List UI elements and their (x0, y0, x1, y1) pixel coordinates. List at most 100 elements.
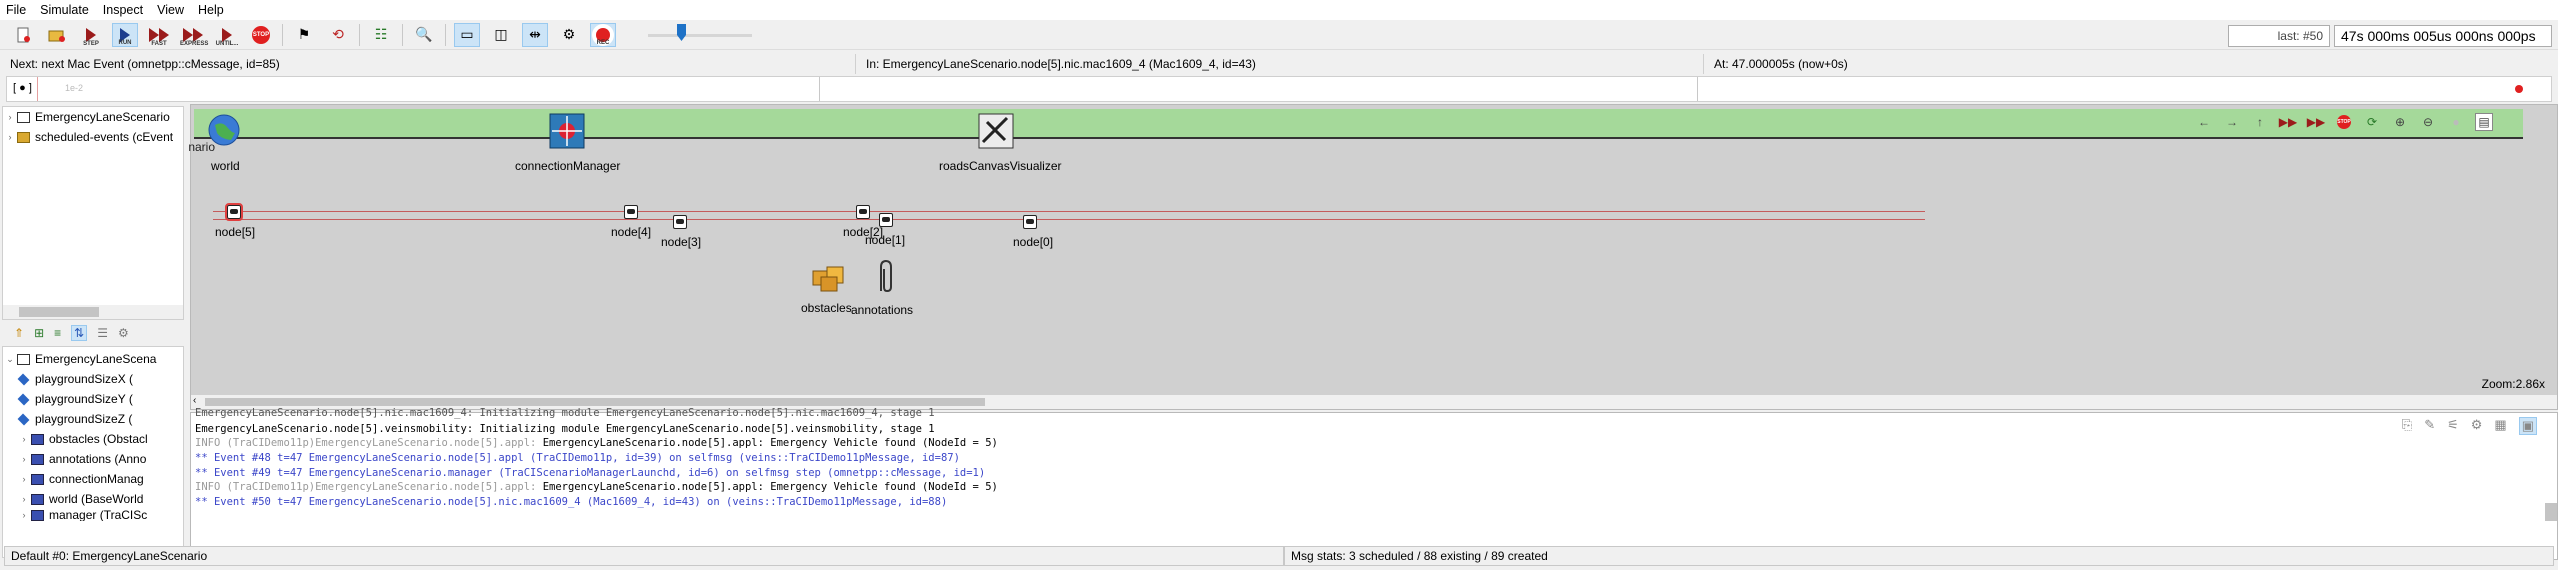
chevron-right-icon[interactable]: › (3, 132, 17, 142)
find-text-icon[interactable]: ✎ (2424, 417, 2435, 435)
until-label: UNTIL... (215, 40, 239, 47)
parent-icon[interactable]: ⇑ (14, 326, 24, 340)
forward-icon[interactable]: → (2223, 113, 2241, 131)
menu-simulate[interactable]: Simulate (40, 3, 89, 17)
scroll-left-icon[interactable]: ‹ (193, 395, 196, 406)
children-icon[interactable]: ⊞ (34, 326, 44, 340)
load-network-button[interactable] (44, 23, 70, 47)
relayout-icon[interactable]: ⟳ (2363, 113, 2381, 131)
zoom-in-icon[interactable]: ⊕ (2391, 113, 2409, 131)
inspector-row-param[interactable]: playgroundSizeX ( (3, 369, 183, 389)
chevron-right-icon[interactable]: › (3, 112, 17, 122)
grouped-icon[interactable]: ≡ (54, 326, 61, 340)
vehicle-icon[interactable] (1023, 215, 1037, 229)
roads-visualizer-icon[interactable] (977, 112, 1015, 150)
back-icon[interactable]: ← (2195, 113, 2213, 131)
chevron-right-icon[interactable]: › (17, 454, 31, 464)
settings-icon[interactable]: ⚙ (118, 326, 129, 340)
connection-manager-label: connectionManager (515, 159, 621, 173)
paperclip-icon[interactable] (875, 259, 895, 295)
vehicle-icon[interactable] (856, 205, 870, 219)
fast-label: FAST (151, 40, 167, 47)
vehicle-icon[interactable] (225, 203, 243, 221)
toolbar-separator (282, 23, 283, 46)
left-panel: › EmergencyLaneScenario › scheduled-events… (0, 104, 186, 560)
default-status: Default #0: EmergencyLaneScenario (4, 546, 1284, 566)
step-button[interactable]: STEP (78, 23, 104, 47)
menu-inspect[interactable]: Inspect (103, 3, 143, 17)
preferences-button[interactable]: ⚙ (556, 23, 582, 47)
record-event-log-button[interactable]: ☷ (368, 23, 394, 47)
finish-button[interactable]: ⚑ (291, 23, 317, 47)
express-run-button[interactable]: EXPRESS (180, 23, 209, 47)
menu-view[interactable]: View (157, 3, 184, 17)
menu-help[interactable]: Help (198, 3, 224, 17)
inspector-row-submodule[interactable]: › connectionManag (3, 469, 183, 489)
chevron-right-icon[interactable]: › (17, 434, 31, 444)
record-video-button[interactable]: REC (590, 22, 616, 47)
settings-icon[interactable]: ⚙ (2471, 417, 2483, 435)
tree-row-scheduled-events[interactable]: › scheduled-events (cEvent (3, 127, 183, 147)
connection-manager-icon[interactable] (548, 112, 586, 150)
scrollbar-thumb[interactable] (205, 398, 985, 406)
fast-run-button[interactable]: FAST (146, 23, 172, 47)
timeline-toggle-button[interactable]: ⇹ (522, 22, 548, 47)
inspector-row-submodule[interactable]: › obstacles (Obstacl (3, 429, 183, 449)
vehicle-icon[interactable] (673, 215, 687, 229)
chevron-right-icon[interactable]: › (17, 494, 31, 504)
inheritance-icon[interactable]: ⇅ (71, 325, 88, 341)
find-button[interactable]: 🔍 (411, 23, 437, 47)
fast-local-icon[interactable]: ▶▶ (2307, 113, 2325, 131)
express-label: EXPRESS (180, 40, 209, 47)
run-label: RUN (118, 39, 132, 46)
slider-thumb[interactable] (677, 24, 686, 41)
network-canvas[interactable]: ← → ↑ ▶▶ ▶▶ STOP ⟳ ⊕ ⊖ ● ▤ EmergencyLane… (189, 104, 2558, 410)
vehicle-icon[interactable] (879, 213, 893, 227)
log-scrollbar-thumb[interactable] (2545, 503, 2557, 521)
menu-file[interactable]: File (6, 3, 26, 17)
timeline[interactable]: [ ● ] 1e-2 (6, 76, 2552, 102)
tree-row-network[interactable]: › EmergencyLaneScenario (3, 107, 183, 127)
animation-icon[interactable]: ● (2447, 113, 2465, 131)
stop-icon: STOP (252, 25, 270, 44)
layout-vertical-button[interactable]: ◫ (488, 23, 514, 47)
zoom-out-icon[interactable]: ⊖ (2419, 113, 2437, 131)
inspector-row-submodule[interactable]: › annotations (Anno (3, 449, 183, 469)
toolbar: STEP RUN FAST EXPRESS UNTIL... STOP ⚑ ⟲ … (0, 20, 2558, 50)
messages-view-icon[interactable]: ▦ (2494, 417, 2506, 435)
flat-view-icon[interactable]: ☰ (97, 326, 108, 340)
scrollbar-thumb[interactable] (19, 307, 99, 317)
inspector-row-param[interactable]: playgroundSizeY ( (3, 389, 183, 409)
inspector-row-submodule[interactable]: › manager (TraCISc (3, 509, 183, 521)
new-run-button[interactable] (10, 23, 36, 47)
chevron-right-icon[interactable]: › (17, 510, 31, 520)
run-button[interactable]: RUN (112, 22, 138, 47)
obstacles-icon[interactable] (809, 259, 849, 293)
log-pane[interactable]: ⎘ ✎ ⚟ ⚙ ▦ ▣ EmergencyLaneScenario.node[5… (190, 407, 2558, 560)
run-local-icon[interactable]: ▶▶ (2279, 113, 2297, 131)
copy-icon[interactable]: ⎘ (2402, 417, 2412, 435)
log-view-icon[interactable]: ▣ (2518, 417, 2537, 435)
chevron-down-icon[interactable]: ⌄ (3, 354, 17, 365)
inspector-row-submodule[interactable]: › world (BaseWorld (3, 489, 183, 509)
timeline-event-dot[interactable] (2515, 85, 2523, 93)
network-title: EmergencyLaneScenario (189, 140, 215, 154)
layer-toggle-icon[interactable]: ▤ (2475, 113, 2493, 131)
module-icon (31, 433, 44, 445)
stop-button[interactable]: STOP (248, 23, 274, 47)
chevron-right-icon[interactable]: › (17, 474, 31, 484)
horizontal-scrollbar[interactable] (3, 305, 183, 319)
filter-icon[interactable]: ⚟ (2447, 417, 2459, 435)
vehicle-icon[interactable] (624, 205, 638, 219)
stop-local-icon[interactable]: STOP (2335, 113, 2353, 131)
rebuild-button[interactable]: ⟲ (325, 23, 351, 47)
inspector-row-param[interactable]: playgroundSizeZ ( (3, 409, 183, 429)
animation-speed-slider[interactable] (648, 24, 752, 41)
new-doc-icon (17, 27, 30, 42)
run-until-button[interactable]: UNTIL... (214, 23, 240, 47)
inspector-row-network[interactable]: ⌄ EmergencyLaneScena (3, 349, 183, 369)
log-line: EmergencyLaneScenario.node[5].nic.mac160… (195, 407, 935, 419)
go-up-icon[interactable]: ↑ (2251, 113, 2269, 131)
step-icon (86, 27, 96, 42)
layout-horizontal-button[interactable]: ▭ (454, 22, 480, 47)
